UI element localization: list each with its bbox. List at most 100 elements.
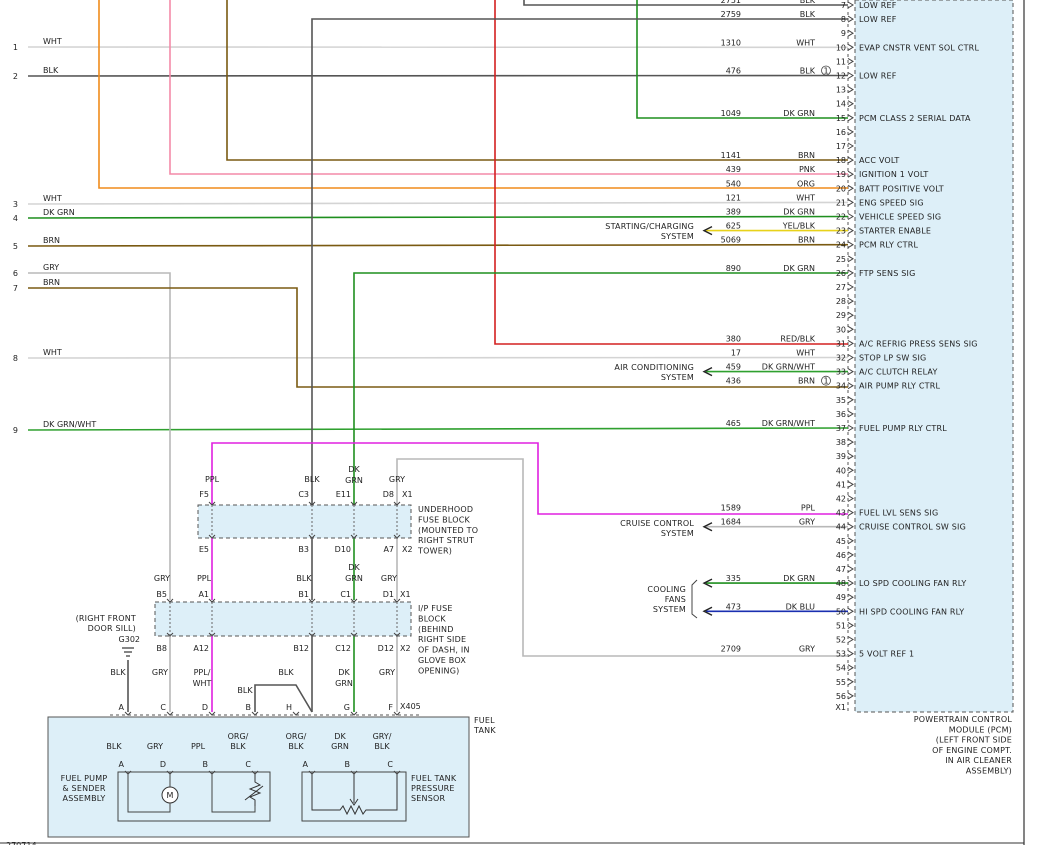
pcm-pin-number: 25 xyxy=(836,255,846,264)
pcm-pin-name: FUEL LVL SENS SIG xyxy=(859,509,938,518)
x405-color-label: BLK xyxy=(237,686,253,695)
pcm-pin-chevron xyxy=(847,283,854,291)
pcm-wire-number: 1141 xyxy=(721,151,741,160)
pcm-pin-number: 22 xyxy=(836,213,846,222)
pcm-pin-name: EVAP CNSTR VENT SOL CTRL xyxy=(859,43,979,52)
pcm-pin-number: 11 xyxy=(836,57,846,66)
ip-label-line: I/P FUSE xyxy=(418,604,453,613)
left-wire-number: 2 xyxy=(13,72,18,81)
pcm-wire-color: GRY xyxy=(799,518,815,527)
left-wire-color: BRN xyxy=(43,278,60,287)
wire-pnk-19 xyxy=(169,0,848,175)
wire-blk-jumper xyxy=(254,684,313,713)
pcm-pin-name: LOW REF xyxy=(859,1,897,10)
pcm-pin-name: LOW REF xyxy=(859,72,897,81)
ip-label-line: (BEHIND xyxy=(418,625,454,634)
left-wire-number: 9 xyxy=(13,426,18,435)
ip-bottom-pin: B12 xyxy=(293,644,309,653)
pcm-pin-name: HI SPD COOLING FAN RLY xyxy=(859,607,964,616)
ip-color-label: PPL xyxy=(197,574,212,583)
ip-top-pin: D1 xyxy=(383,590,394,599)
ip-color-label: GRY xyxy=(154,574,170,583)
pcm-pin-chevron xyxy=(847,424,854,432)
pcm-pin-number: 10 xyxy=(836,43,846,52)
pcm-pin-chevron xyxy=(847,523,854,531)
x405-color-label: GRY xyxy=(379,668,395,677)
pcm-wire-color: BRN xyxy=(798,377,815,386)
pcm-pin-chevron xyxy=(847,621,854,629)
pcm-pin-number: 36 xyxy=(836,410,846,419)
left-wire-color: GRY xyxy=(43,263,59,272)
pcm-pin-number: 15 xyxy=(836,114,846,123)
pcm-pin-name: AIR PUMP RLY CTRL xyxy=(859,382,940,391)
pcm-wire-number: 2709 xyxy=(721,645,741,654)
pcm-pin-chevron xyxy=(847,213,854,220)
pump-label: ASSEMBLY xyxy=(63,794,106,803)
sensor-label: PRESSURE xyxy=(411,784,455,793)
ip-bottom-pin: D12 xyxy=(378,644,394,653)
pcm-wire-number: 436 xyxy=(726,377,741,386)
pcm-pin-chevron xyxy=(847,480,854,488)
pcm-wire-color: PPL xyxy=(801,504,816,513)
uh-top-pin: C3 xyxy=(298,490,309,499)
pcm-pin-name: STOP LP SW SIG xyxy=(859,354,926,363)
pcm-pin-number: 30 xyxy=(836,325,846,334)
pcm-pin-number: 32 xyxy=(836,354,846,363)
pcm-wire-color: WHT xyxy=(796,193,815,202)
pcm-pin-number: 39 xyxy=(836,452,846,461)
starting-system-label: STARTING/CHARGING xyxy=(605,222,694,231)
left-wire-number: 1 xyxy=(13,43,18,52)
pcm-wire-number: 459 xyxy=(726,363,741,372)
pcm-pin-number: 40 xyxy=(836,466,846,475)
pcm-pin-number: 50 xyxy=(836,607,846,616)
pcm-wire-color: DK GRN/WHT xyxy=(762,363,815,372)
x405-color-label: WHT xyxy=(193,679,212,688)
pcm-wire-number: 5069 xyxy=(721,236,741,245)
x405-color-label: DK xyxy=(338,668,350,677)
pcm-wire-color: DK GRN/WHT xyxy=(762,419,815,428)
pcm-pin-name: FTP SENS SIG xyxy=(859,269,916,278)
x405-color-label: GRY xyxy=(152,668,168,677)
wire-dkgrn-26 xyxy=(353,272,848,506)
pcm-pin-number: 53 xyxy=(836,650,846,659)
pcm-pin-name: PCM RLY CTRL xyxy=(859,241,918,250)
pcm-wire-number: 17 xyxy=(731,349,741,358)
uh-color-label: GRN xyxy=(345,476,363,485)
pump-pin: D xyxy=(160,760,166,769)
pcm-wire-number: 625 xyxy=(726,222,741,231)
pcm-pin-chevron xyxy=(847,29,854,37)
pcm-pin-chevron xyxy=(847,43,854,51)
pcm-pin-chevron xyxy=(847,678,854,686)
pcm-pin-chevron xyxy=(847,466,854,474)
uh-color-label: DK xyxy=(348,465,360,474)
ip-color-label: BLK xyxy=(296,574,312,583)
pcm-pin-chevron xyxy=(847,354,854,361)
pcm-pin-number: 33 xyxy=(836,368,846,377)
pcm-wire-number: 465 xyxy=(726,419,741,428)
pcm-pin-chevron xyxy=(847,198,854,206)
pcm-pin-number: 14 xyxy=(836,100,846,109)
left-wire-number: 3 xyxy=(13,200,18,209)
pcm-pin-number: 8 xyxy=(841,15,846,24)
ip-top-pin: B5 xyxy=(156,590,167,599)
ip-color-label: GRN xyxy=(345,574,363,583)
pcm-pin-number: 16 xyxy=(836,128,846,137)
pcm-pin-chevron xyxy=(847,114,854,122)
ac-system-label: AIR CONDITIONING xyxy=(614,363,694,372)
pcm-pin-chevron xyxy=(847,509,854,517)
pump-color: PPL xyxy=(191,742,206,751)
x405-pin: B xyxy=(246,703,252,712)
ip-top-pin: A1 xyxy=(198,590,209,599)
x405-color-label: PPL/ xyxy=(194,668,211,677)
pump-pin: C xyxy=(245,760,251,769)
pcm-pin-number: 28 xyxy=(836,297,846,306)
pcm-wire-color: GRY xyxy=(799,645,815,654)
pcm-pin-number: 45 xyxy=(836,537,846,546)
pcm-pin-number: 7 xyxy=(841,1,846,10)
pump-color: BLK xyxy=(230,742,246,751)
left-wire-number: 5 xyxy=(13,242,18,251)
pcm-pin-chevron xyxy=(847,325,854,333)
pcm-pin-chevron xyxy=(847,650,854,658)
pcm-pin-number: 51 xyxy=(836,621,846,630)
sensor-color: ORG/ xyxy=(286,732,307,741)
